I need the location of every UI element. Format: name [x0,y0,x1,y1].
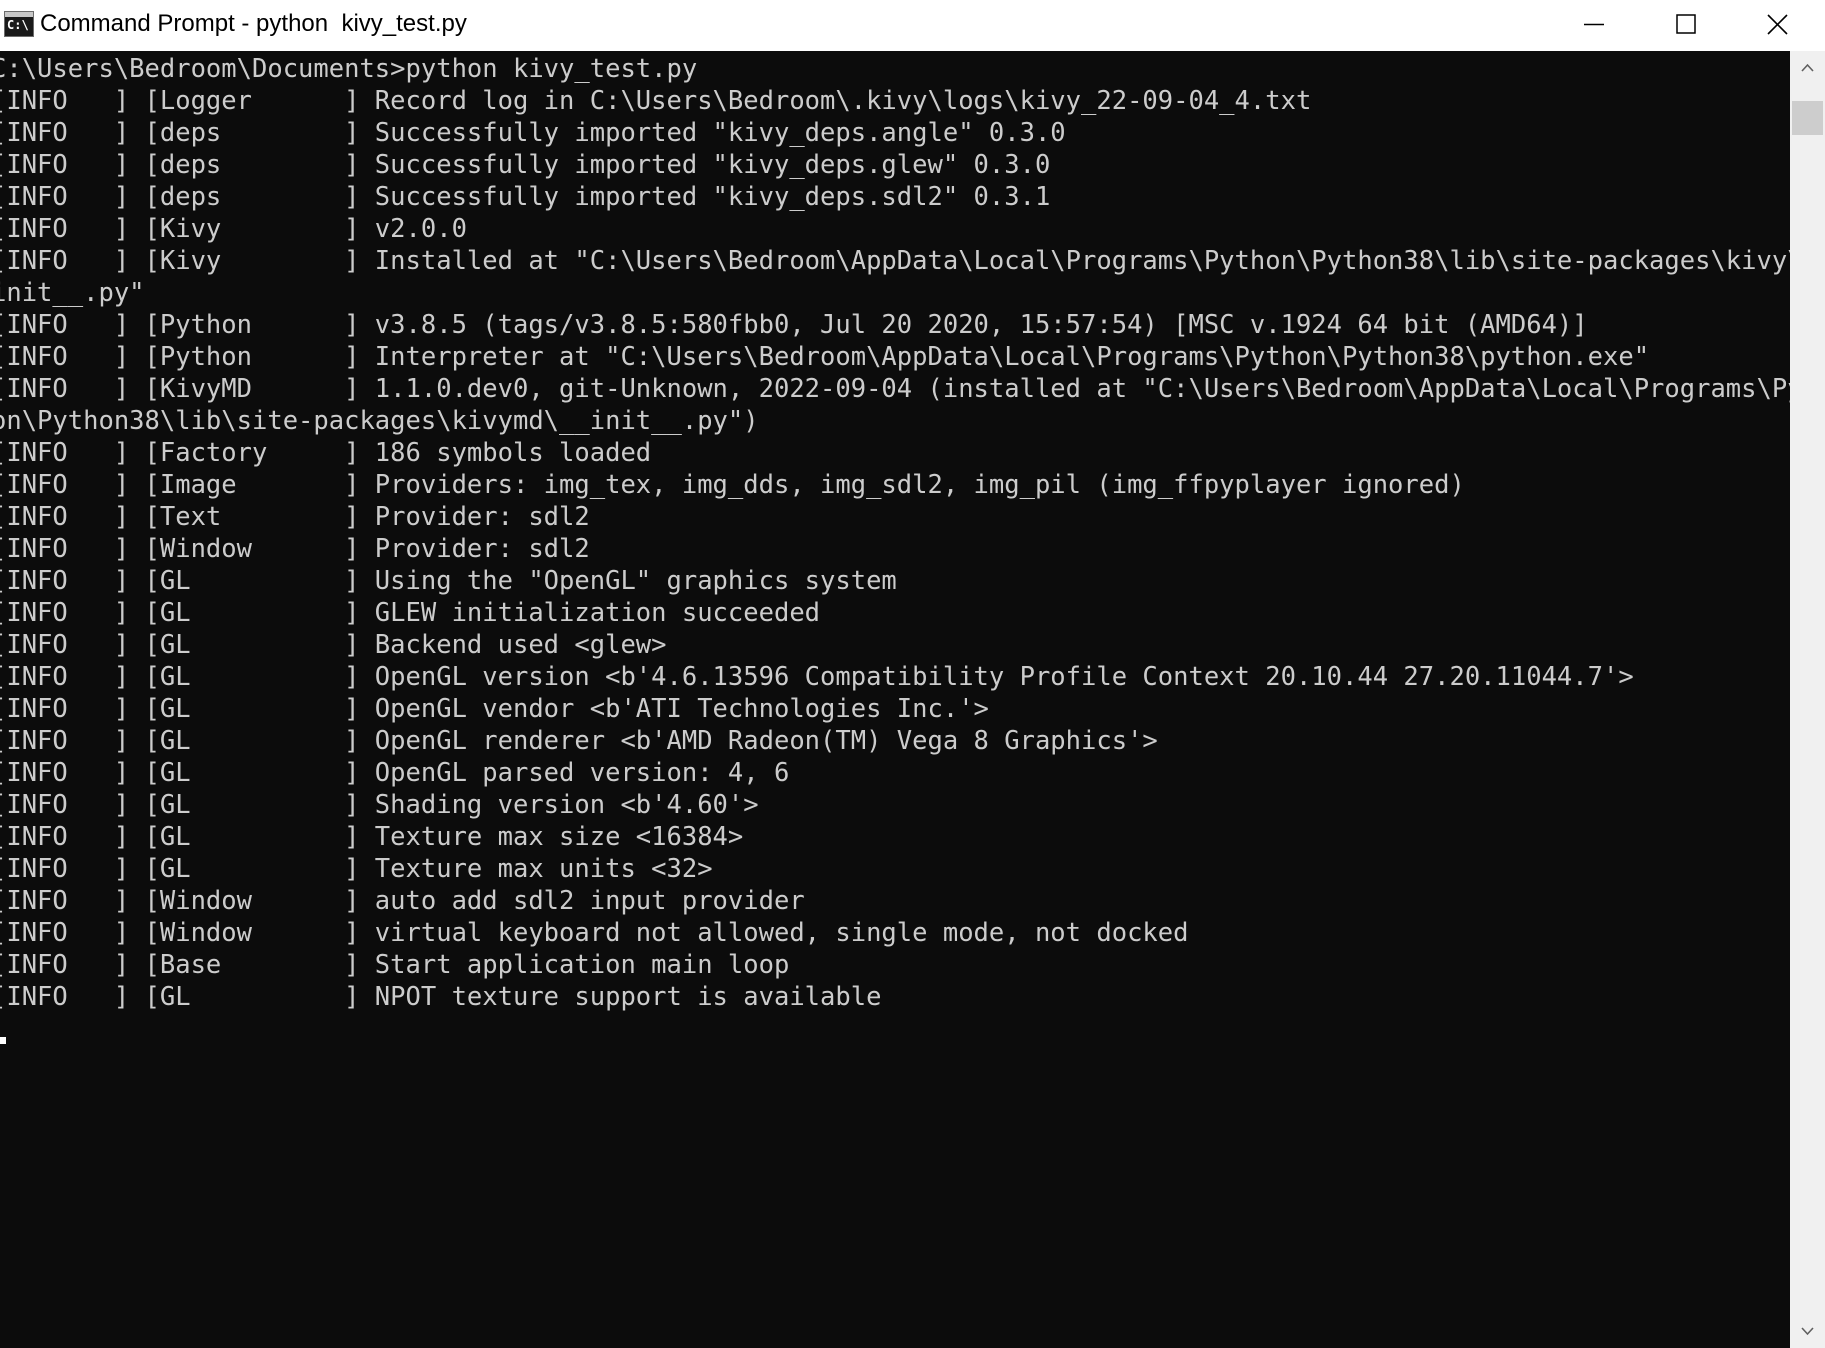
console-line: [INFO ] [GL ] OpenGL vendor <b'ATI Techn… [0,694,989,724]
console-line: [INFO ] [deps ] Successfully imported "k… [0,182,1051,212]
scroll-up-arrow-icon [1801,63,1814,72]
scroll-down-arrow-icon [1801,1327,1814,1336]
console-line: [INFO ] [GL ] Backend used <glew> [0,630,667,660]
close-icon [1767,14,1788,35]
console-line: [INFO ] [GL ] Texture max units <32> [0,854,713,884]
console-line: [INFO ] [Logger ] Record log in C:\Users… [0,86,1312,116]
console-line: init__.py" [0,278,145,308]
scroll-down-button[interactable] [1790,1314,1825,1348]
console-line: [INFO ] [Kivy ] v2.0.0 [0,214,467,244]
scrollbar-thumb[interactable] [1792,101,1823,135]
console-line: [INFO ] [Text ] Provider: sdl2 [0,502,590,532]
title-bar[interactable]: C:\ Command Prompt - python kivy_test.py [0,0,1825,51]
maximize-button[interactable] [1640,0,1732,51]
console-line: [INFO ] [GL ] NPOT texture support is av… [0,982,882,1012]
vertical-scrollbar[interactable] [1790,51,1825,1348]
console-line: [INFO ] [Base ] Start application main l… [0,950,790,980]
console-line: C:\Users\Bedroom\Documents>python kivy_t… [0,54,698,84]
cmd-icon[interactable]: C:\ [4,11,34,37]
console-output[interactable]: C:\Users\Bedroom\Documents>python kivy_t… [0,51,1790,1348]
console-line: [INFO ] [Window ] Provider: sdl2 [0,534,590,564]
console-line: [INFO ] [GL ] Texture max size <16384> [0,822,744,852]
console-line: [INFO ] [GL ] Shading version <b'4.60'> [0,790,759,820]
close-button[interactable] [1732,0,1824,51]
console-line: [INFO ] [Window ] virtual keyboard not a… [0,918,1189,948]
console-line: [INFO ] [deps ] Successfully imported "k… [0,118,1066,148]
console-line: [INFO ] [KivyMD ] 1.1.0.dev0, git-Unknow… [0,374,1790,404]
minimize-icon [1584,23,1604,26]
console-line: [INFO ] [deps ] Successfully imported "k… [0,150,1051,180]
console-line: [INFO ] [GL ] Using the "OpenGL" graphic… [0,566,897,596]
scroll-up-button[interactable] [1790,51,1825,85]
text-cursor [0,1037,6,1044]
console-line: [INFO ] [Image ] Providers: img_tex, img… [0,470,1465,500]
console-line: [INFO ] [Kivy ] Installed at "C:\Users\B… [0,246,1790,276]
cmd-icon-glyph: C:\ [7,18,29,32]
console-line: [INFO ] [GL ] GLEW initialization succee… [0,598,821,628]
console-line: [INFO ] [Python ] v3.8.5 (tags/v3.8.5:58… [0,310,1588,340]
console-line: on\Python38\lib\site-packages\kivymd\__i… [0,406,759,436]
console-line: [INFO ] [Python ] Interpreter at "C:\Use… [0,342,1650,372]
maximize-icon [1676,14,1696,34]
console-line: [INFO ] [Factory ] 186 symbols loaded [0,438,652,468]
minimize-button[interactable] [1548,0,1640,51]
console-line: [INFO ] [GL ] OpenGL renderer <b'AMD Rad… [0,726,1158,756]
window-title: Command Prompt - python kivy_test.py [40,10,467,37]
console-line: [INFO ] [Window ] auto add sdl2 input pr… [0,886,805,916]
console-line: [INFO ] [GL ] OpenGL parsed version: 4, … [0,758,790,788]
command-prompt-window: C:\ Command Prompt - python kivy_test.py… [0,0,1825,1348]
console-line: [INFO ] [GL ] OpenGL version <b'4.6.1359… [0,662,1634,692]
